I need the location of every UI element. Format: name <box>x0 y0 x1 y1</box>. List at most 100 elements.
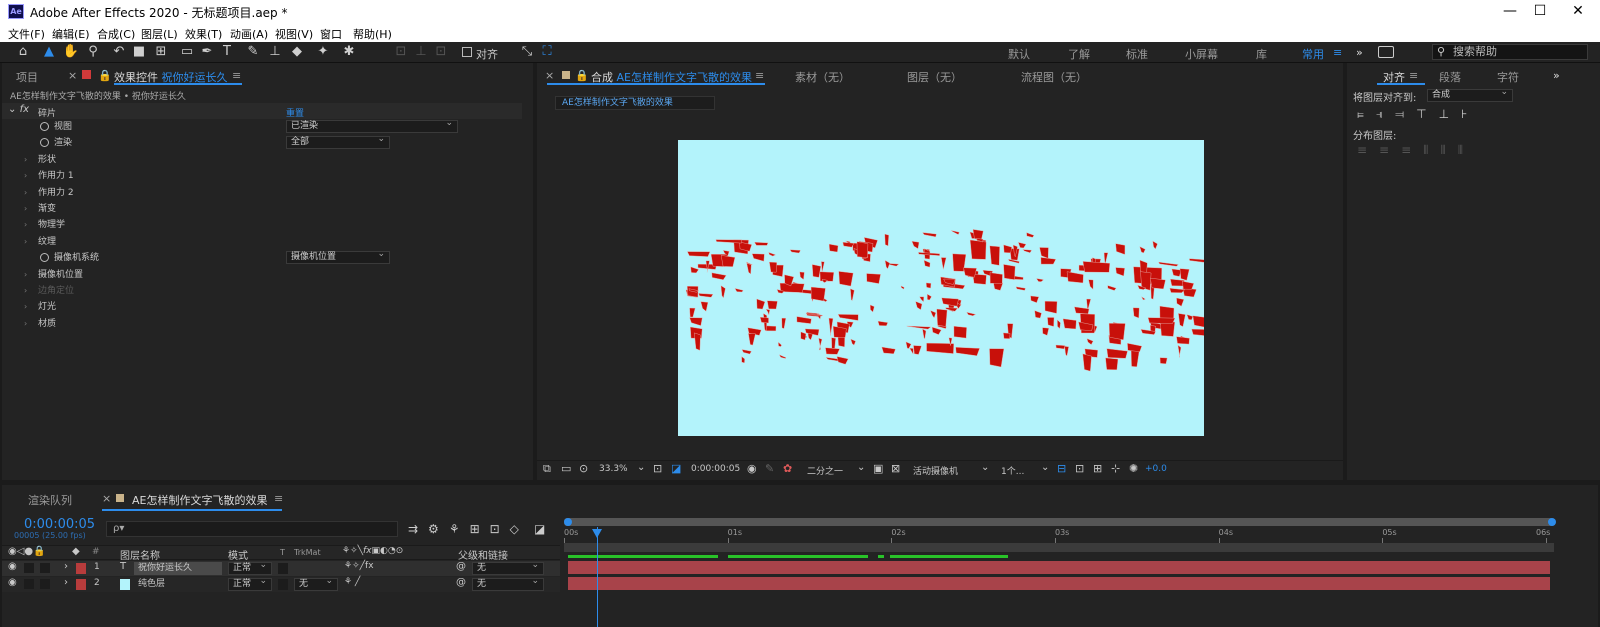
layer-name[interactable]: 纯色层 <box>134 578 169 591</box>
disclosure-triangle-icon[interactable]: › <box>24 316 27 332</box>
comp-flowchart-icon[interactable]: ⊞ <box>1093 462 1102 475</box>
menu-window[interactable]: 窗口 <box>320 26 342 42</box>
show-snapshot-icon[interactable]: ✎ <box>765 462 774 475</box>
close-tab-icon[interactable]: × <box>545 69 554 82</box>
effect-prop-row[interactable]: 摄像机系统 摄像机位置 <box>2 249 522 266</box>
effect-prop-dropdown[interactable]: 已渲染 <box>286 118 458 133</box>
menu-edit[interactable]: 编辑(E) <box>52 26 90 42</box>
disclosure-triangle-icon[interactable]: › <box>24 267 27 283</box>
tab-character[interactable]: 字符 <box>1497 69 1519 85</box>
rectangle-tool-icon[interactable]: ▭ <box>178 44 196 60</box>
layer-switches[interactable]: ⚘ ╱ <box>344 577 360 587</box>
rotate-tool-icon[interactable]: ↶ <box>110 44 128 60</box>
exposure-value[interactable]: +0.0 <box>1145 464 1167 474</box>
hand-tool-icon[interactable]: ✋ <box>62 44 80 60</box>
effect-prop-row[interactable]: › 渐变 <box>2 201 522 217</box>
chevron-down-icon[interactable]: ⌄ <box>981 462 989 473</box>
timeline-switches-icons[interactable]: ⇉⚙⚘⊞⊡◇ <box>408 522 529 536</box>
camera-dropdown[interactable]: 活动摄像机 <box>913 464 958 477</box>
layer-name-header[interactable]: 图层名称 <box>120 547 160 562</box>
snap-icon[interactable]: ⤡ <box>518 44 536 60</box>
menu-composition[interactable]: 合成(C) <box>97 26 135 42</box>
effect-prop-row[interactable]: › 边角定位 <box>2 283 522 299</box>
effect-prop-row[interactable]: › 作用力 1 <box>2 168 522 184</box>
snapshot-icon[interactable]: ◉ <box>747 462 757 475</box>
label-color-swatch[interactable] <box>76 563 86 574</box>
timecode-display[interactable]: 0:00:00:05 <box>24 517 95 532</box>
effect-prop-row[interactable]: › 形状 <box>2 152 522 168</box>
disclosure-triangle-icon[interactable]: › <box>24 299 27 315</box>
label-color-swatch[interactable] <box>76 579 86 590</box>
home-icon[interactable]: ⌂ <box>14 44 32 60</box>
selection-tool-icon[interactable]: ▲ <box>40 44 58 60</box>
eraser-tool-icon[interactable]: ◆ <box>288 44 306 60</box>
effect-prop-row[interactable]: › 纹理 <box>2 234 522 250</box>
toggle-pixel-aspect-icon[interactable]: ⊟ <box>1057 462 1066 475</box>
disclosure-triangle-icon[interactable]: › <box>24 217 27 233</box>
effect-header-row[interactable]: ⌄ fx 碎片 重置 <box>2 103 522 119</box>
layer-search-input[interactable]: ρ▾ <box>106 521 398 537</box>
expand-triangle-icon[interactable]: › <box>64 577 68 588</box>
puppet-tool-icon[interactable]: ✱ <box>340 44 358 60</box>
zoom-dropdown[interactable]: 33.3% <box>599 464 628 474</box>
disclosure-triangle-icon[interactable]: › <box>24 152 27 168</box>
type-tool-icon[interactable]: T <box>218 44 236 60</box>
close-tab-icon[interactable]: × <box>102 492 111 505</box>
playhead-handle[interactable] <box>591 529 602 538</box>
fx-icon[interactable]: ⌄ fx <box>8 104 29 115</box>
chevron-right-icon[interactable]: » <box>1356 46 1363 59</box>
disclosure-triangle-icon[interactable]: › <box>24 283 27 299</box>
comp-breadcrumb-chip[interactable]: AE怎样制作文字飞散的效果 <box>555 96 715 110</box>
monitor-icon[interactable]: ▭ <box>561 462 571 475</box>
views-dropdown[interactable]: 1个... <box>1001 464 1024 477</box>
align-checkbox[interactable] <box>462 47 472 57</box>
layer-row[interactable]: ◉ › 1 T 祝你好运长久正常 ⚘✧╱fx @ 无 <box>2 560 560 576</box>
axis-world-icon[interactable]: ⊥ <box>412 44 430 60</box>
chevron-down-icon[interactable]: ⌄ <box>637 462 645 473</box>
align-to-dropdown[interactable]: 合成 <box>1427 87 1513 102</box>
menu-layer[interactable]: 图层(L) <box>141 26 178 42</box>
menu-file[interactable]: 文件(F) <box>8 26 45 42</box>
tab-paragraph[interactable]: 段落 <box>1439 69 1461 85</box>
blend-mode-dropdown[interactable]: 正常 <box>228 576 272 591</box>
close-button[interactable]: ✕ <box>1556 2 1600 20</box>
menu-animation[interactable]: 动画(A) <box>230 26 268 42</box>
layer-switches[interactable]: ⚘✧╱fx <box>344 561 374 571</box>
disclosure-triangle-icon[interactable]: › <box>24 168 27 184</box>
flowchart-icon[interactable]: ⊹ <box>1111 462 1120 475</box>
tab-project[interactable]: 项目 <box>16 69 38 85</box>
exposure-reset-icon[interactable]: ✺ <box>1129 462 1138 475</box>
effect-prop-row[interactable]: › 作用力 2 <box>2 185 522 201</box>
effect-prop-row[interactable]: › 摄像机位置 <box>2 267 522 283</box>
mask-visibility-icon[interactable]: ⊙ <box>579 462 588 475</box>
chevron-right-icon[interactable]: » <box>1553 69 1560 82</box>
panel-menu-icon[interactable]: ≡ <box>755 69 764 82</box>
stopwatch-icon[interactable] <box>40 253 49 263</box>
chevron-down-icon[interactable]: ⌄ <box>857 462 865 473</box>
menu-effect[interactable]: 效果(T) <box>185 26 222 42</box>
solo-box[interactable] <box>24 579 34 589</box>
panel-menu-icon[interactable]: ≡ <box>1409 69 1418 82</box>
clone-stamp-tool-icon[interactable]: ⊥ <box>266 44 284 60</box>
align-buttons[interactable]: ⫢⫣⫤⊤⊥⊦ <box>1357 107 1507 121</box>
menu-help[interactable]: 帮助(H) <box>353 26 392 42</box>
preserve-transparency-box[interactable] <box>278 563 288 574</box>
stopwatch-icon[interactable] <box>40 122 49 131</box>
work-area-bar[interactable] <box>564 518 1554 526</box>
layer-row[interactable]: ◉ › 2 □ 纯色层 正常 无 ⚘ ╱ @ 无 <box>2 576 560 592</box>
time-ruler[interactable]: 00s 01s 02s 03s 04s 05s 06s <box>564 527 1554 543</box>
sync-settings-icon[interactable] <box>1378 46 1394 58</box>
lock-icon[interactable]: 🔒 <box>575 69 589 82</box>
effect-prop-dropdown[interactable]: 摄像机位置 <box>286 249 390 265</box>
eye-icon[interactable]: ◉ <box>8 577 17 588</box>
effect-prop-row[interactable]: 视图 已渲染 <box>2 118 522 135</box>
channel-icon[interactable]: ✿ <box>783 462 792 475</box>
playhead[interactable] <box>596 527 598 627</box>
tab-timeline-comp[interactable]: AE怎样制作文字飞散的效果 <box>132 492 267 508</box>
always-preview-icon[interactable]: ⧉ <box>543 462 551 476</box>
graph-editor-icon[interactable]: ◪ <box>534 522 545 536</box>
resolution-dropdown[interactable]: 二分之一 <box>807 464 843 477</box>
eye-icon[interactable]: ◉ <box>8 561 17 572</box>
pen-tool-icon[interactable]: ✒ <box>198 44 216 60</box>
workspace-small-screen[interactable]: 小屏幕 <box>1185 46 1218 62</box>
